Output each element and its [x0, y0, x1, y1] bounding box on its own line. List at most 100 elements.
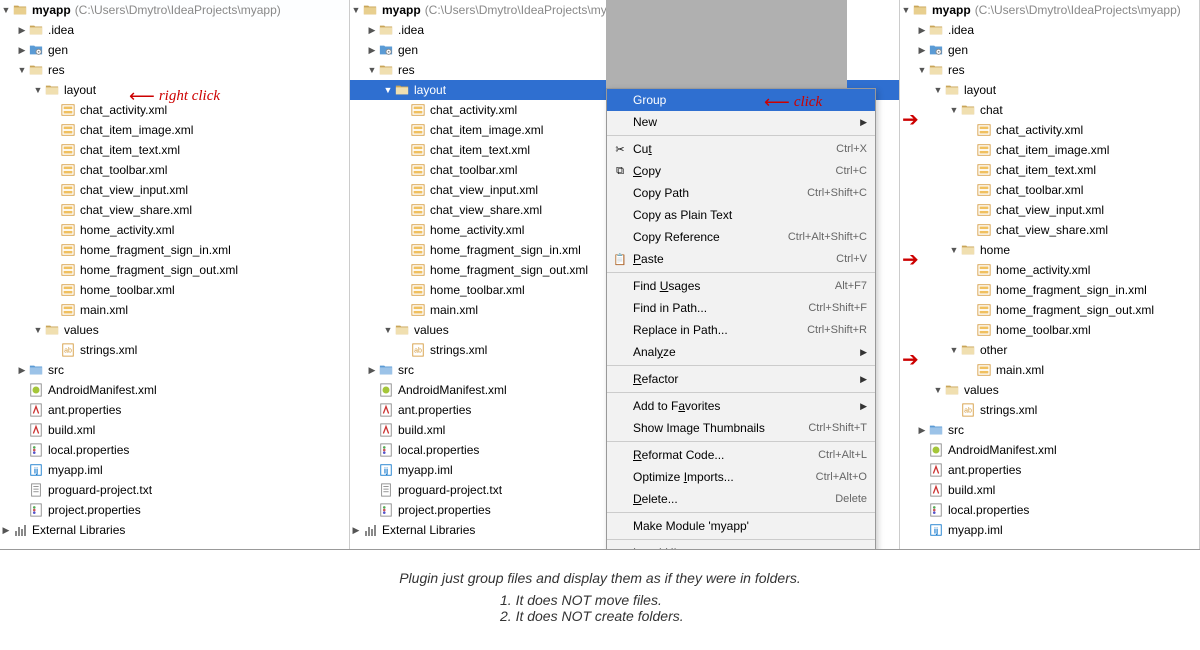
- tree-layout-file[interactable]: ▶home_activity.xml: [900, 260, 1199, 280]
- expand-arrow-icon[interactable]: ▼: [382, 85, 394, 95]
- expand-arrow-icon[interactable]: ▼: [32, 325, 44, 335]
- tree-gen[interactable]: ▶gen: [900, 40, 1199, 60]
- tree-layout-file[interactable]: ▶main.xml: [900, 360, 1199, 380]
- tree-layout-file[interactable]: ▶chat_view_share.xml: [900, 220, 1199, 240]
- tree-root[interactable]: ▼myapp(C:\Users\Dmytro\IdeaProjects\myap…: [900, 0, 1199, 20]
- tree-strings[interactable]: ▶abstrings.xml: [900, 400, 1199, 420]
- tree-layout-file[interactable]: ▶chat_view_input.xml: [900, 200, 1199, 220]
- tree-layout-file[interactable]: ▶home_fragment_sign_out.xml: [900, 300, 1199, 320]
- expand-arrow-icon[interactable]: ▼: [948, 105, 960, 115]
- expand-arrow-icon[interactable]: ▼: [932, 385, 944, 395]
- expand-arrow-icon[interactable]: ▶: [916, 25, 928, 36]
- tree-res[interactable]: ▼res: [900, 60, 1199, 80]
- menu-item-copy-as-plain-text[interactable]: Copy as Plain Text: [607, 204, 875, 226]
- menu-item-refactor[interactable]: Refactor▶: [607, 368, 875, 390]
- tree-external-libs[interactable]: ▶External Libraries: [0, 520, 349, 540]
- tree-layout-file[interactable]: ▶home_fragment_sign_in.xml: [900, 280, 1199, 300]
- tree-src[interactable]: ▶src: [0, 360, 349, 380]
- expand-arrow-icon[interactable]: ▼: [366, 65, 378, 75]
- tree-values[interactable]: ▼values: [0, 320, 349, 340]
- menu-item-new[interactable]: New▶: [607, 111, 875, 133]
- tree-group-home[interactable]: ▼home: [900, 240, 1199, 260]
- tree-idea[interactable]: ▶.idea: [0, 20, 349, 40]
- menu-item-paste[interactable]: 📋PasteCtrl+V: [607, 248, 875, 270]
- expand-arrow-icon[interactable]: ▶: [366, 25, 378, 36]
- expand-arrow-icon[interactable]: ▶: [366, 365, 378, 376]
- tree-layout-file[interactable]: ▶home_fragment_sign_out.xml: [0, 260, 349, 280]
- menu-item-show-image-thumbnails[interactable]: Show Image ThumbnailsCtrl+Shift+T: [607, 417, 875, 439]
- tree-iml[interactable]: ▶ijmyapp.iml: [0, 460, 349, 480]
- tree-local[interactable]: ▶local.properties: [0, 440, 349, 460]
- expand-arrow-icon[interactable]: ▶: [0, 525, 12, 536]
- tree-idea[interactable]: ▶.idea: [900, 20, 1199, 40]
- tree-iml[interactable]: ▶ijmyapp.iml: [900, 520, 1199, 540]
- expand-arrow-icon[interactable]: ▼: [916, 65, 928, 75]
- tree-layout-file[interactable]: ▶home_activity.xml: [0, 220, 349, 240]
- tree-res[interactable]: ▼res: [0, 60, 349, 80]
- menu-item-replace-in-path[interactable]: Replace in Path...Ctrl+Shift+R: [607, 319, 875, 341]
- expand-arrow-icon[interactable]: ▶: [16, 45, 28, 56]
- context-menu[interactable]: GroupNew▶ ✂CutCtrl+X⧉CopyCtrl+CCopy PathC…: [606, 88, 876, 549]
- menu-item-analyze[interactable]: Analyze▶: [607, 341, 875, 363]
- tree-layout-file[interactable]: ▶chat_item_image.xml: [900, 140, 1199, 160]
- tree-layout-file[interactable]: ▶home_toolbar.xml: [0, 280, 349, 300]
- tree-layout-file[interactable]: ▶chat_view_input.xml: [0, 180, 349, 200]
- project-tree-after[interactable]: ▼myapp(C:\Users\Dmytro\IdeaProjects\myap…: [900, 0, 1199, 540]
- tree-strings[interactable]: ▶abstrings.xml: [0, 340, 349, 360]
- menu-item-group[interactable]: Group: [607, 89, 875, 111]
- tree-manifest[interactable]: ▶AndroidManifest.xml: [900, 440, 1199, 460]
- tree-gen[interactable]: ▶gen: [0, 40, 349, 60]
- expand-arrow-icon[interactable]: ▼: [16, 65, 28, 75]
- menu-item-reformat-code[interactable]: Reformat Code...Ctrl+Alt+L: [607, 444, 875, 466]
- menu-item-find-usages[interactable]: Find UsagesAlt+F7: [607, 275, 875, 297]
- tree-layout-file[interactable]: ▶chat_view_share.xml: [0, 200, 349, 220]
- tree-local[interactable]: ▶local.properties: [900, 500, 1199, 520]
- tree-layout-file[interactable]: ▶chat_activity.xml: [0, 100, 349, 120]
- menu-item-find-in-path[interactable]: Find in Path...Ctrl+Shift+F: [607, 297, 875, 319]
- menu-item-local-history[interactable]: Local History▶: [607, 542, 875, 549]
- menu-item-add-to-favorites[interactable]: Add to Favorites▶: [607, 395, 875, 417]
- project-tree-before[interactable]: ▼myapp(C:\Users\Dmytro\IdeaProjects\myap…: [0, 0, 349, 540]
- expand-arrow-icon[interactable]: ▶: [916, 425, 928, 436]
- expand-arrow-icon[interactable]: ▼: [382, 325, 394, 335]
- tree-layout-file[interactable]: ▶chat_activity.xml: [900, 120, 1199, 140]
- tree-ant[interactable]: ▶ant.properties: [900, 460, 1199, 480]
- tree-layout-file[interactable]: ▶chat_toolbar.xml: [0, 160, 349, 180]
- menu-item-delete[interactable]: Delete...Delete: [607, 488, 875, 510]
- expand-arrow-icon[interactable]: ▼: [932, 85, 944, 95]
- tree-layout-file[interactable]: ▶main.xml: [0, 300, 349, 320]
- tree-layout[interactable]: ▼layout: [0, 80, 349, 100]
- tree-build[interactable]: ▶build.xml: [900, 480, 1199, 500]
- tree-values[interactable]: ▼values: [900, 380, 1199, 400]
- tree-manifest[interactable]: ▶AndroidManifest.xml: [0, 380, 349, 400]
- expand-arrow-icon[interactable]: ▼: [350, 5, 362, 15]
- tree-group-other[interactable]: ▼other: [900, 340, 1199, 360]
- tree-layout-file[interactable]: ▶chat_item_text.xml: [0, 140, 349, 160]
- expand-arrow-icon[interactable]: ▶: [916, 45, 928, 56]
- tree-proguard[interactable]: ▶proguard-project.txt: [0, 480, 349, 500]
- tree-src[interactable]: ▶src: [900, 420, 1199, 440]
- tree-layout[interactable]: ▼layout: [900, 80, 1199, 100]
- menu-item-cut[interactable]: ✂CutCtrl+X: [607, 138, 875, 160]
- tree-layout-file[interactable]: ▶chat_item_image.xml: [0, 120, 349, 140]
- menu-item-copy-path[interactable]: Copy PathCtrl+Shift+C: [607, 182, 875, 204]
- menu-item-make-module-myapp[interactable]: Make Module 'myapp': [607, 515, 875, 537]
- menu-item-copy[interactable]: ⧉CopyCtrl+C: [607, 160, 875, 182]
- tree-layout-file[interactable]: ▶home_fragment_sign_in.xml: [0, 240, 349, 260]
- expand-arrow-icon[interactable]: ▶: [350, 525, 362, 536]
- expand-arrow-icon[interactable]: ▼: [32, 85, 44, 95]
- tree-layout-file[interactable]: ▶home_toolbar.xml: [900, 320, 1199, 340]
- menu-item-copy-reference[interactable]: Copy ReferenceCtrl+Alt+Shift+C: [607, 226, 875, 248]
- expand-arrow-icon[interactable]: ▶: [16, 365, 28, 376]
- expand-arrow-icon[interactable]: ▼: [900, 5, 912, 15]
- expand-arrow-icon[interactable]: ▼: [0, 5, 12, 15]
- menu-item-optimize-imports[interactable]: Optimize Imports...Ctrl+Alt+O: [607, 466, 875, 488]
- expand-arrow-icon[interactable]: ▼: [948, 245, 960, 255]
- tree-ant[interactable]: ▶ant.properties: [0, 400, 349, 420]
- tree-layout-file[interactable]: ▶chat_toolbar.xml: [900, 180, 1199, 200]
- tree-root[interactable]: ▼myapp(C:\Users\Dmytro\IdeaProjects\myap…: [0, 0, 349, 20]
- expand-arrow-icon[interactable]: ▶: [366, 45, 378, 56]
- tree-build[interactable]: ▶build.xml: [0, 420, 349, 440]
- expand-arrow-icon[interactable]: ▶: [16, 25, 28, 36]
- tree-projprops[interactable]: ▶project.properties: [0, 500, 349, 520]
